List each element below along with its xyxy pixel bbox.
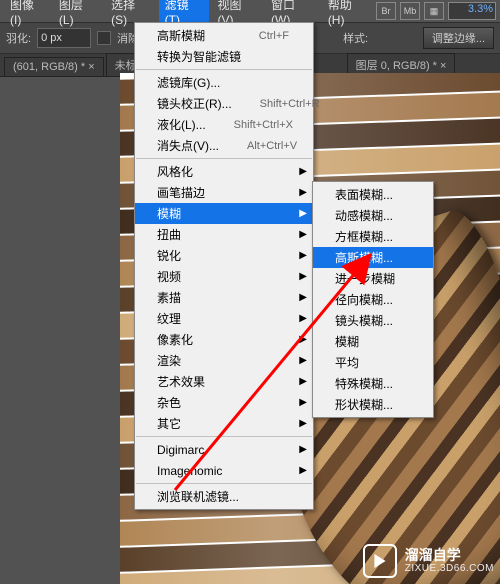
chevron-right-icon: ▶ <box>299 398 307 408</box>
menu-item[interactable]: 艺术效果▶ <box>135 371 313 392</box>
chevron-right-icon: ▶ <box>299 293 307 303</box>
close-icon[interactable]: × <box>88 61 94 73</box>
menu-item[interactable]: 渲染▶ <box>135 350 313 371</box>
menu-item[interactable]: 其它▶ <box>135 413 313 434</box>
menu-item[interactable]: Imagenomic▶ <box>135 460 313 481</box>
menu-item[interactable]: 高斯模糊Ctrl+F <box>135 25 313 46</box>
submenu-item[interactable]: 高斯模糊... <box>313 247 433 268</box>
menu-item[interactable]: 纹理▶ <box>135 308 313 329</box>
submenu-item[interactable]: 特殊模糊... <box>313 373 433 394</box>
bridge-icon[interactable]: Br <box>376 2 396 20</box>
menu-item[interactable]: 消失点(V)...Alt+Ctrl+V <box>135 135 313 156</box>
zoom-input[interactable]: 3.3% <box>448 2 496 20</box>
watermark-brand: 溜溜自学 <box>405 548 494 563</box>
watermark-url: ZIXUE.3D66.COM <box>405 563 494 574</box>
chevron-right-icon: ▶ <box>299 377 307 387</box>
chevron-right-icon: ▶ <box>299 188 307 198</box>
menu-item[interactable]: Digimarc▶ <box>135 439 313 460</box>
menu-layer[interactable]: 图层(L) <box>53 0 103 29</box>
submenu-item[interactable]: 进一步模糊 <box>313 268 433 289</box>
submenu-item[interactable]: 平均 <box>313 352 433 373</box>
filter-menu: 高斯模糊Ctrl+F转换为智能滤镜滤镜库(G)...镜头校正(R)...Shif… <box>134 22 314 510</box>
menu-item[interactable]: 锐化▶ <box>135 245 313 266</box>
submenu-item[interactable]: 模糊 <box>313 331 433 352</box>
menu-item[interactable]: 滤镜库(G)... <box>135 72 313 93</box>
menu-image[interactable]: 图像(I) <box>4 0 51 29</box>
menu-item[interactable]: 镜头校正(R)...Shift+Ctrl+R <box>135 93 313 114</box>
menu-item[interactable]: 浏览联机滤镜... <box>135 486 313 507</box>
watermark: 溜溜自学 ZIXUE.3D66.COM <box>363 544 494 578</box>
close-icon[interactable]: × <box>440 60 446 72</box>
menu-item[interactable]: 素描▶ <box>135 287 313 308</box>
submenu-item[interactable]: 方框模糊... <box>313 226 433 247</box>
menu-item[interactable]: 风格化▶ <box>135 161 313 182</box>
chevron-right-icon: ▶ <box>299 419 307 429</box>
antialias-checkbox[interactable] <box>97 31 111 45</box>
chevron-right-icon: ▶ <box>299 314 307 324</box>
menu-item[interactable]: 转换为智能滤镜 <box>135 46 313 67</box>
chevron-right-icon: ▶ <box>299 445 307 455</box>
minibridge-icon[interactable]: Mb <box>400 2 420 20</box>
menu-item[interactable]: 像素化▶ <box>135 329 313 350</box>
play-icon <box>363 544 397 578</box>
menu-item[interactable]: 杂色▶ <box>135 392 313 413</box>
submenu-item[interactable]: 动感模糊... <box>313 205 433 226</box>
menu-item[interactable]: 画笔描边▶ <box>135 182 313 203</box>
chevron-right-icon: ▶ <box>299 335 307 345</box>
chevron-right-icon: ▶ <box>299 167 307 177</box>
submenu-item[interactable]: 表面模糊... <box>313 184 433 205</box>
submenu-item[interactable]: 径向模糊... <box>313 289 433 310</box>
tab-1[interactable]: (601, RGB/8) * × <box>4 57 104 76</box>
menu-item[interactable]: 扭曲▶ <box>135 224 313 245</box>
chevron-right-icon: ▶ <box>299 356 307 366</box>
toolbar-right: Br Mb ▦ 3.3% <box>376 2 496 20</box>
chevron-right-icon: ▶ <box>299 272 307 282</box>
style-label: 样式: <box>343 30 368 46</box>
menu-item[interactable]: 液化(L)...Shift+Ctrl+X <box>135 114 313 135</box>
menu-item[interactable]: 视频▶ <box>135 266 313 287</box>
chevron-right-icon: ▶ <box>299 230 307 240</box>
menu-item[interactable]: 模糊▶ <box>135 203 313 224</box>
menubar: 图像(I) 图层(L) 选择(S) 滤镜(T) 视图(V) 窗口(W) 帮助(H… <box>0 0 500 22</box>
feather-label: 羽化: <box>6 30 31 46</box>
submenu-item[interactable]: 形状模糊... <box>313 394 433 415</box>
chevron-right-icon: ▶ <box>299 209 307 219</box>
arrange-icon[interactable]: ▦ <box>424 2 444 20</box>
blur-submenu: 表面模糊...动感模糊...方框模糊...高斯模糊...进一步模糊径向模糊...… <box>312 181 434 418</box>
chevron-right-icon: ▶ <box>299 251 307 261</box>
menu-help[interactable]: 帮助(H) <box>322 0 374 29</box>
feather-input[interactable] <box>37 28 91 48</box>
refine-edge-button[interactable]: 调整边缘... <box>423 27 494 49</box>
submenu-item[interactable]: 镜头模糊... <box>313 310 433 331</box>
chevron-right-icon: ▶ <box>299 466 307 476</box>
